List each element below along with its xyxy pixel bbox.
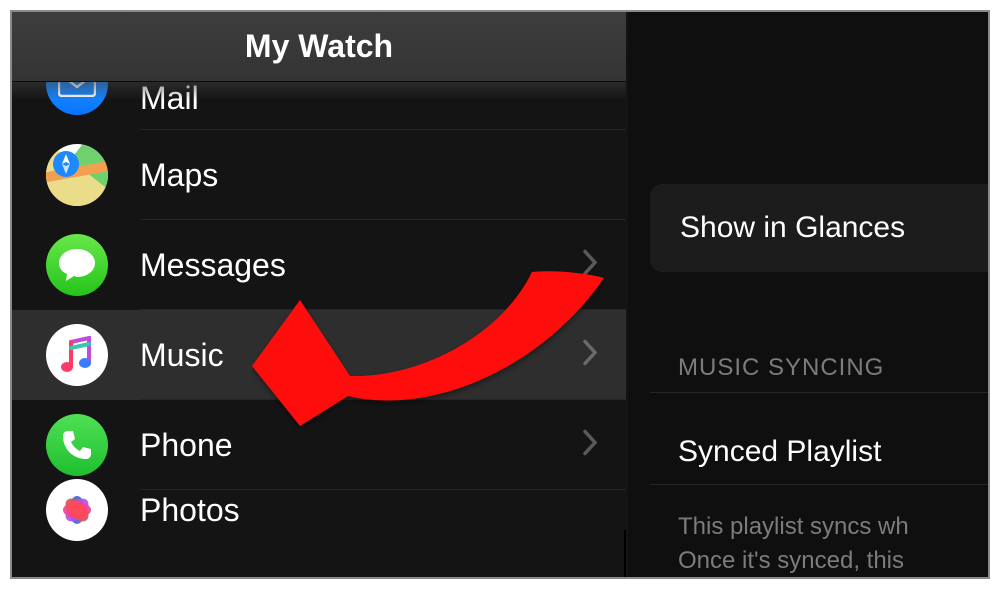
list-item-label: Phone [140, 427, 233, 464]
list-item-label: Photos [140, 492, 240, 529]
note-line: Once it's synced, this [678, 544, 988, 578]
header-bar: My Watch [12, 12, 626, 82]
app-frame: My Watch Mail [10, 10, 990, 579]
list-item-phone[interactable]: Phone [12, 400, 626, 490]
list-item-photos[interactable]: Photos [12, 490, 626, 530]
chevron-right-icon [582, 246, 598, 285]
show-in-glances-button[interactable]: Show in Glances [650, 184, 988, 272]
synced-playlist-button[interactable]: Synced Playlist [678, 435, 881, 469]
list-item-label: Music [140, 337, 224, 374]
list-item-label: Maps [140, 157, 218, 194]
right-pane: Show in Glances MUSIC SYNCING Synced Pla… [628, 12, 988, 577]
page-title: My Watch [245, 28, 393, 65]
note-line: This playlist syncs wh [678, 510, 988, 544]
settings-list: Mail Maps [12, 66, 626, 577]
list-item-messages[interactable]: Messages [12, 220, 626, 310]
list-item-music[interactable]: Music [12, 310, 626, 400]
glances-label: Show in Glances [680, 211, 905, 245]
divider [650, 392, 988, 393]
section-title-music-syncing: MUSIC SYNCING [678, 354, 884, 382]
list-item-label: Mail [140, 80, 199, 117]
sync-note: This playlist syncs wh Once it's synced,… [678, 510, 988, 578]
list-item-maps[interactable]: Maps [12, 130, 626, 220]
left-pane: My Watch Mail [12, 12, 626, 577]
list-item-label: Messages [140, 247, 286, 284]
divider [650, 484, 988, 485]
chevron-right-icon [582, 426, 598, 465]
messages-icon [46, 234, 108, 296]
photos-icon [46, 479, 108, 541]
maps-icon [46, 144, 108, 206]
music-icon [46, 324, 108, 386]
phone-icon [46, 414, 108, 476]
chevron-right-icon [582, 336, 598, 375]
